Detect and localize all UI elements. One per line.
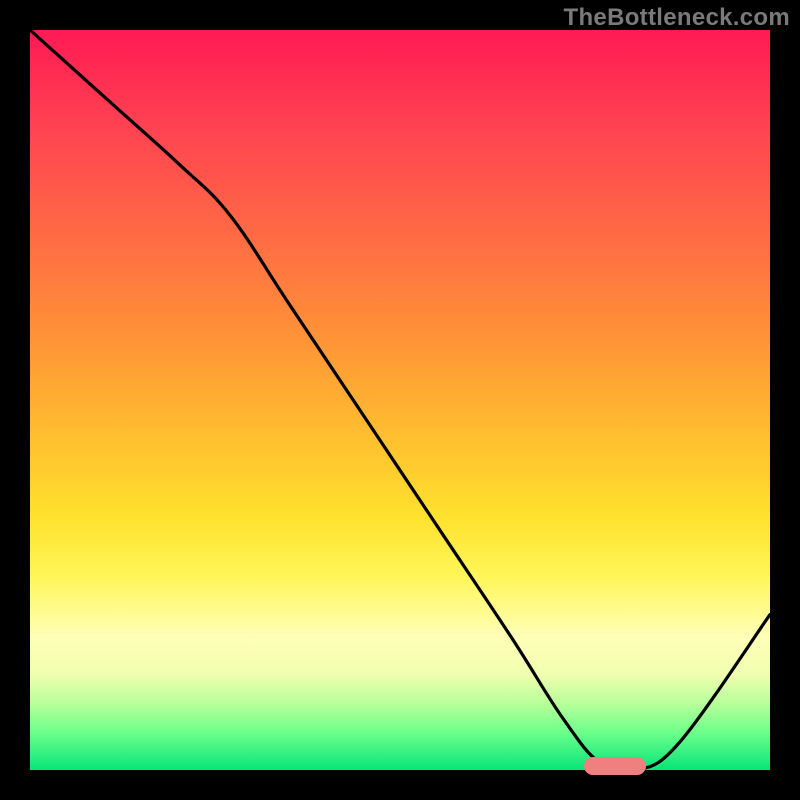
plot-area (30, 30, 770, 770)
optimal-marker (584, 757, 646, 775)
watermark-text: TheBottleneck.com (564, 4, 790, 32)
chart-frame: TheBottleneck.com (0, 0, 800, 800)
bottleneck-curve (30, 30, 770, 770)
